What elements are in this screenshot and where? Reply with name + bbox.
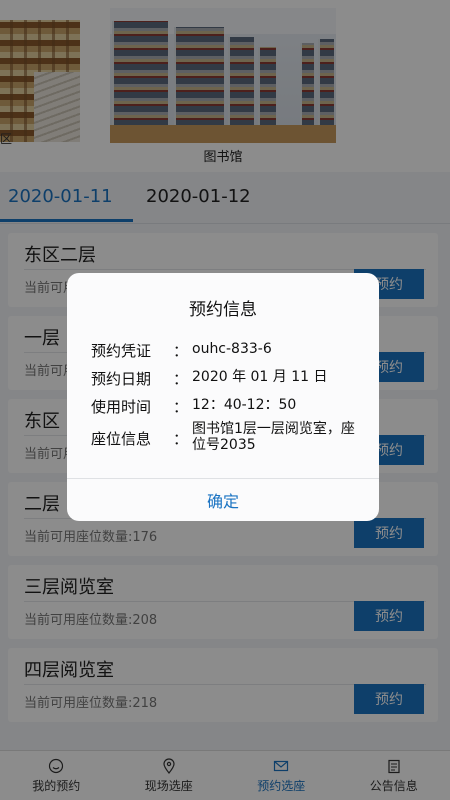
row-label: 预约日期 — [91, 370, 152, 388]
row-label: 预约凭证 — [91, 342, 152, 360]
row-value: 12：40-12：50 — [192, 397, 297, 413]
row-label: 使用时间 — [91, 398, 152, 416]
row-value: 2020 年 01 月 11 日 — [192, 369, 328, 385]
row-colon: ： — [173, 398, 189, 416]
reservation-info-dialog: 预约信息 预约凭证 ： ouhc-833-6 预约日期 ： 2020 年 01 … — [67, 273, 379, 521]
row-colon: ： — [173, 342, 189, 360]
row-label: 座位信息 — [91, 430, 152, 448]
confirm-button[interactable]: 确定 — [67, 479, 379, 521]
row-colon: ： — [173, 430, 189, 448]
row-colon: ： — [173, 370, 189, 388]
dialog-title: 预约信息 — [189, 300, 257, 320]
row-value: 图书馆1层一层阅览室，座位号2035 — [192, 421, 355, 453]
row-value: ouhc-833-6 — [192, 341, 272, 357]
